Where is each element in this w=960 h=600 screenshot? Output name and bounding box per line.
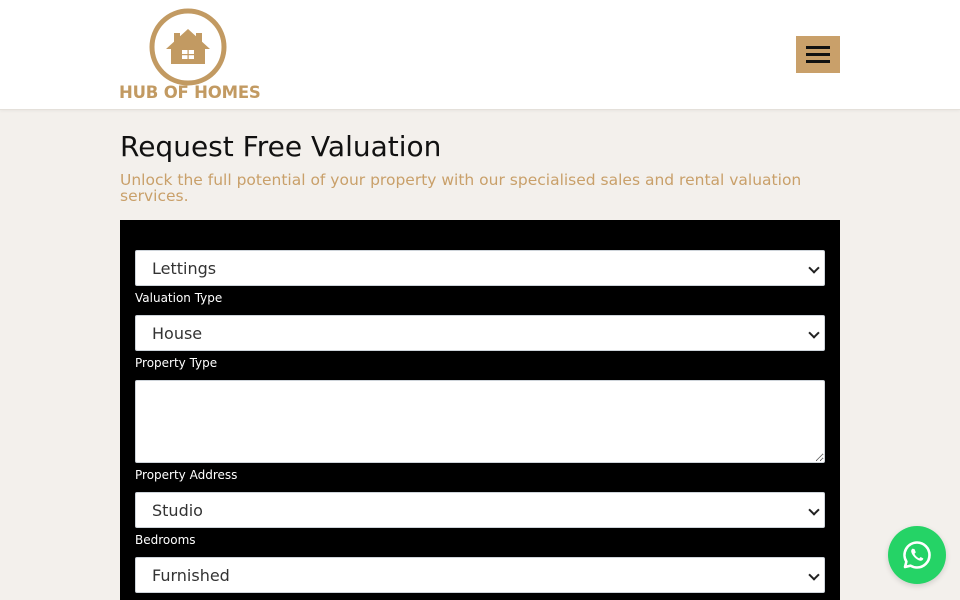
page-title: Request Free Valuation: [120, 130, 442, 163]
menu-button[interactable]: [796, 36, 840, 73]
valuation-type-label: Valuation Type: [135, 291, 223, 305]
property-type-label: Property Type: [135, 356, 218, 370]
valuation-form: Lettings Valuation Type House Property T…: [120, 220, 840, 600]
site-header: HUB OF HOMES: [0, 0, 960, 110]
property-type-select[interactable]: House: [135, 315, 825, 351]
house-logo-icon: [149, 8, 227, 86]
whatsapp-chat-button[interactable]: [888, 526, 946, 584]
property-address-label: Property Address: [135, 468, 238, 482]
valuation-type-select[interactable]: Lettings: [135, 250, 825, 286]
page-subtitle: Unlock the full potential of your proper…: [120, 171, 802, 205]
logo[interactable]: HUB OF HOMES: [119, 8, 261, 103]
whatsapp-icon: [903, 541, 931, 569]
logo-text: HUB OF HOMES: [119, 83, 261, 102]
bedrooms-label: Bedrooms: [135, 533, 196, 547]
property-address-input[interactable]: [135, 380, 825, 463]
bedrooms-select[interactable]: Studio: [135, 492, 825, 528]
furnishing-select[interactable]: Furnished: [135, 557, 825, 593]
